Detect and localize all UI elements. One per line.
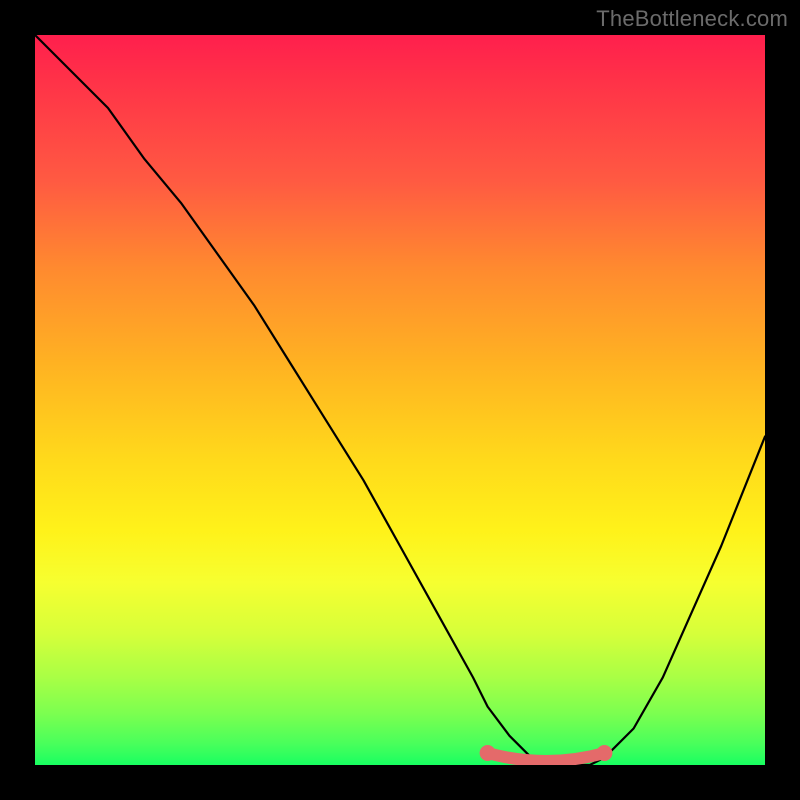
- bottleneck-curve: [35, 35, 765, 765]
- chart-svg: [35, 35, 765, 765]
- plot-area: [35, 35, 765, 765]
- watermark-text: TheBottleneck.com: [596, 6, 788, 32]
- plateau-dot-left: [480, 745, 496, 761]
- chart-frame: TheBottleneck.com: [0, 0, 800, 800]
- plateau-dot-right: [596, 745, 612, 761]
- plateau-highlight: [488, 753, 605, 761]
